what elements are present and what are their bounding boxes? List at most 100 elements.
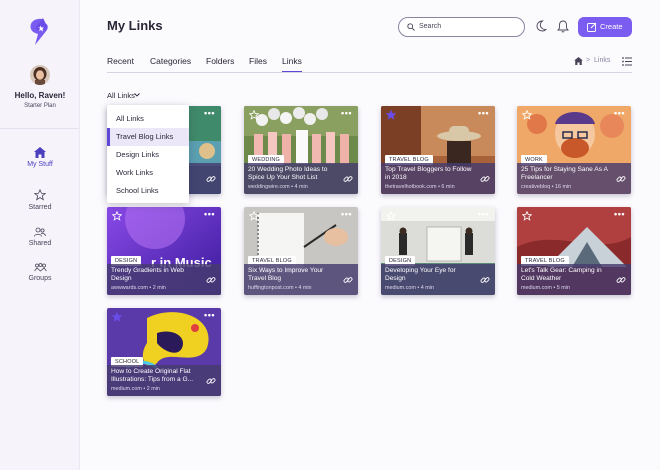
more-options-icon[interactable]: •••	[204, 109, 215, 118]
sidebar: Hello, Raven! Starter Plan My Stuff Star…	[0, 0, 80, 470]
card-title: 20 Wedding Photo Ideas to Spice Up Your …	[248, 166, 328, 181]
home-icon	[34, 147, 46, 158]
star-icon[interactable]	[386, 211, 396, 221]
card-info: How to Create Original Flat Illustration…	[107, 365, 221, 396]
link-card[interactable]: ••• TRAVEL BLOG Top Travel Bloggers to F…	[381, 106, 495, 194]
bell-icon[interactable]	[557, 20, 569, 33]
sidebar-item-groups[interactable]: Groups	[0, 263, 80, 282]
search-input[interactable]: Search	[398, 17, 525, 37]
star-icon	[34, 189, 46, 201]
card-info: Developing Your Eye for Design medium.co…	[381, 264, 495, 295]
link-icon[interactable]	[206, 376, 216, 386]
card-meta: thetravelhotbook.com • 6 min	[385, 184, 455, 190]
more-options-icon[interactable]: •••	[478, 109, 489, 118]
link-icon[interactable]	[206, 174, 216, 184]
app-logo[interactable]	[28, 18, 50, 46]
people-icon	[34, 227, 46, 237]
page-title: My Links	[107, 18, 163, 33]
filter-option-school-links[interactable]: School Links	[107, 182, 189, 200]
tab-folders[interactable]: Folders	[206, 56, 234, 66]
more-options-icon[interactable]: •••	[614, 109, 625, 118]
link-card[interactable]: ••• WEDDING 20 Wedding Photo Ideas to Sp…	[244, 106, 358, 194]
sidebar-item-label: Groups	[28, 275, 52, 282]
star-icon[interactable]	[522, 211, 532, 221]
link-icon[interactable]	[343, 275, 353, 285]
card-meta: creativebloq • 16 min	[521, 184, 572, 190]
card-title: Developing Your Eye for Design	[385, 267, 456, 282]
sidebar-divider	[0, 128, 79, 129]
tab-links[interactable]: Links	[282, 56, 302, 73]
tab-divider	[107, 72, 632, 73]
link-card[interactable]: ••• TRAVEL BLOG Let's Talk Gear: Camping…	[517, 207, 631, 295]
avatar[interactable]	[30, 65, 50, 85]
link-card[interactable]: ••• TRAVEL BLOG Six Ways to Improve Your…	[244, 207, 358, 295]
sidebar-item-shared[interactable]: Shared	[0, 227, 80, 247]
link-card[interactable]: ••• WORK 25 Tips for Staying Sane As A F…	[517, 106, 631, 194]
tab-files[interactable]: Files	[249, 56, 267, 66]
more-options-icon[interactable]: •••	[204, 210, 215, 219]
link-icon[interactable]	[343, 174, 353, 184]
filter-dropdown-menu: All Links Travel Blog Links Design Links…	[107, 105, 189, 203]
group-icon	[33, 263, 47, 272]
more-options-icon[interactable]: •••	[614, 210, 625, 219]
card-info: 20 Wedding Photo Ideas to Spice Up Your …	[244, 163, 358, 194]
card-title: Six Ways to Improve Your Travel Blog	[248, 267, 324, 282]
more-options-icon[interactable]: •••	[204, 311, 215, 320]
card-info: Top Travel Bloggers to Follow in 2018 th…	[381, 163, 495, 194]
more-options-icon[interactable]: •••	[341, 210, 352, 219]
card-meta: awwwards.com • 2 min	[111, 285, 166, 291]
star-icon[interactable]	[386, 110, 396, 120]
sidebar-item-my-stuff[interactable]: My Stuff	[0, 147, 80, 168]
more-options-icon[interactable]: •••	[341, 109, 352, 118]
star-icon[interactable]	[112, 211, 122, 221]
filter-option-design-links[interactable]: Design Links	[107, 146, 189, 164]
moon-icon[interactable]	[535, 20, 547, 32]
create-button[interactable]: Create	[578, 17, 632, 37]
card-title: 25 Tips for Staying Sane As A Freelancer	[521, 166, 608, 181]
link-icon[interactable]	[480, 275, 490, 285]
star-icon[interactable]	[112, 312, 122, 322]
card-info: 25 Tips for Staying Sane As A Freelancer…	[517, 163, 631, 194]
card-info: Six Ways to Improve Your Travel Blog huf…	[244, 264, 358, 295]
link-icon[interactable]	[616, 275, 626, 285]
card-info: Let's Talk Gear: Camping in Cold Weather…	[517, 264, 631, 295]
link-icon[interactable]	[616, 174, 626, 184]
star-icon[interactable]	[249, 110, 259, 120]
link-icon[interactable]	[206, 275, 216, 285]
create-button-label: Create	[600, 22, 623, 31]
star-icon[interactable]	[522, 110, 532, 120]
tab-recent[interactable]: Recent	[107, 56, 134, 66]
breadcrumb-separator: >	[586, 57, 591, 64]
sidebar-item-starred[interactable]: Starred	[0, 189, 80, 211]
chevron-down-icon	[134, 93, 140, 97]
link-card[interactable]: ••• SCHOOL How to Create Original Flat I…	[107, 308, 221, 396]
card-meta: weddingwire.com • 4 min	[248, 184, 308, 190]
tab-categories[interactable]: Categories	[150, 56, 191, 66]
filter-option-all-links[interactable]: All Links	[107, 110, 189, 128]
link-card[interactable]: r in Music ••• DESIGN Trendy Gradients i…	[107, 207, 221, 295]
edit-icon	[587, 22, 597, 32]
card-meta: medium.com • 4 min	[385, 285, 434, 291]
search-icon	[407, 23, 415, 31]
card-meta: medium.com • 5 min	[521, 285, 570, 291]
card-title: Trendy Gradients in Web Design	[111, 267, 184, 282]
filter-option-travel-blog-links[interactable]: Travel Blog Links	[107, 128, 189, 146]
star-icon[interactable]	[249, 211, 259, 221]
filter-option-work-links[interactable]: Work Links	[107, 164, 189, 182]
link-icon[interactable]	[480, 174, 490, 184]
card-title: How to Create Original Flat Illustration…	[111, 368, 194, 383]
card-meta: huffingtonpost.com • 4 min	[248, 285, 312, 291]
sidebar-item-label: My Stuff	[27, 161, 53, 168]
card-info: Trendy Gradients in Web Design awwwards.…	[107, 264, 221, 295]
sidebar-item-label: Starred	[28, 204, 52, 211]
more-options-icon[interactable]: •••	[478, 210, 489, 219]
user-greeting: Hello, Raven!	[14, 91, 66, 100]
sidebar-item-label: Shared	[28, 240, 52, 247]
breadcrumb-current: Links	[594, 57, 611, 64]
list-view-icon[interactable]	[622, 57, 632, 66]
filter-dropdown-toggle[interactable]: All Links	[107, 91, 140, 100]
plan-label: Starter Plan	[24, 103, 56, 109]
home-icon[interactable]	[574, 57, 583, 65]
link-card[interactable]: ••• DESIGN Developing Your Eye for Desig…	[381, 207, 495, 295]
filter-selected: All Links	[107, 91, 135, 100]
